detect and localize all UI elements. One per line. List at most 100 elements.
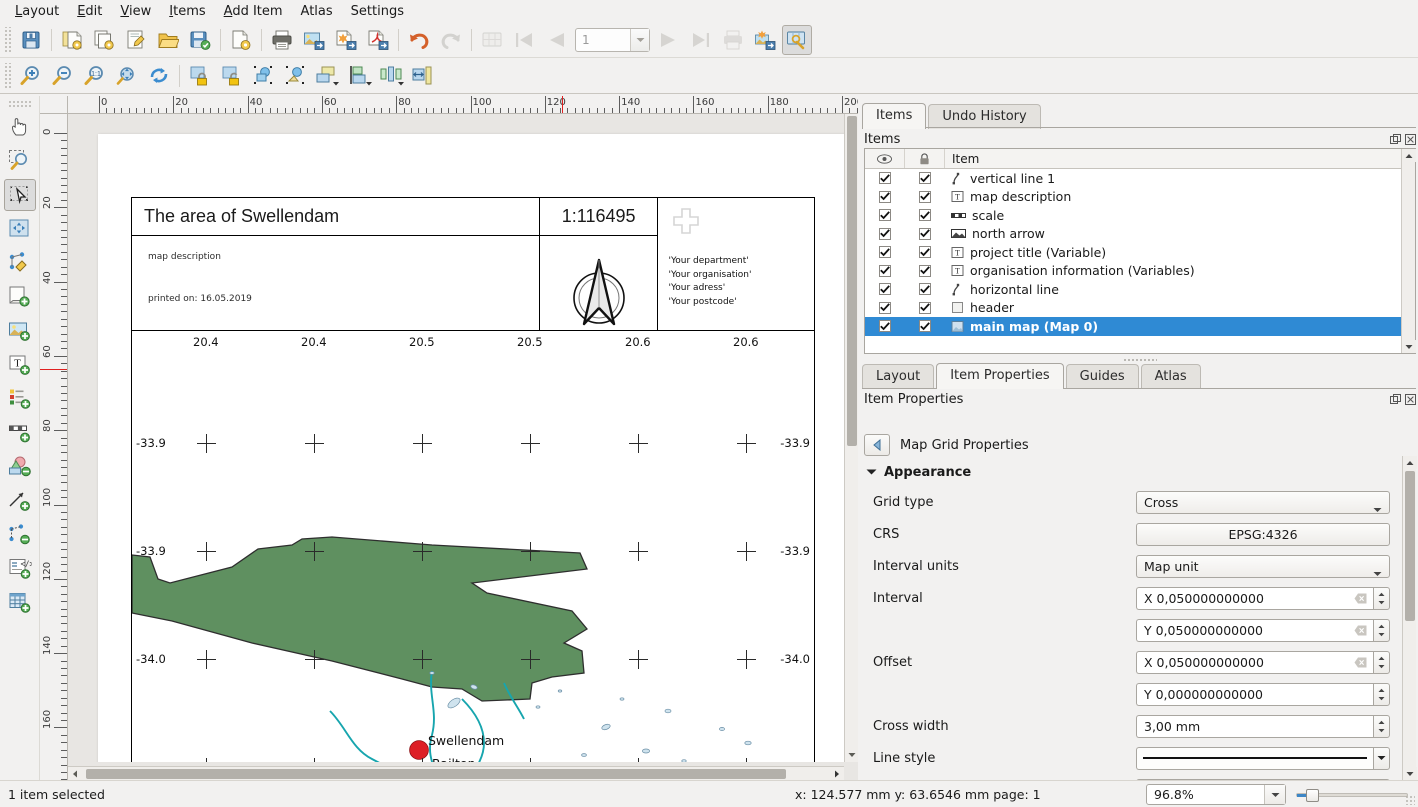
chevron-down-icon[interactable] (1373, 565, 1382, 580)
table-row[interactable]: scale (865, 206, 1415, 225)
move-item-content-icon[interactable] (4, 213, 36, 245)
menu-edit[interactable]: Edit (68, 2, 111, 21)
item-name-cell[interactable]: Tmap description (945, 189, 1415, 204)
table-row[interactable]: Torganisation information (Variables) (865, 262, 1415, 281)
visibility-checkbox[interactable] (865, 302, 905, 314)
project-title-item[interactable]: The area of Swellendam (132, 198, 540, 236)
duplicate-layout-icon[interactable] (89, 25, 119, 55)
export-svg-icon[interactable] (331, 25, 361, 55)
stepper-arrows[interactable] (1373, 715, 1390, 738)
tab-layout[interactable]: Layout (862, 364, 934, 389)
unlock-items-icon[interactable] (217, 61, 247, 91)
export-image-icon[interactable] (299, 25, 329, 55)
stepper-arrows[interactable] (1373, 587, 1390, 610)
line-style-picker[interactable] (1136, 747, 1390, 770)
canvas-vertical-scrollbar[interactable] (844, 114, 858, 762)
tab-items[interactable]: Items (862, 103, 926, 129)
zoom-slider[interactable] (1296, 789, 1408, 800)
lock-checkbox[interactable] (905, 191, 945, 203)
item-name-cell[interactable]: north arrow (945, 226, 1415, 241)
align-items-icon[interactable] (345, 61, 375, 91)
grid-type-combo[interactable]: Cross (1136, 491, 1390, 514)
menu-view[interactable]: View (111, 2, 160, 21)
visibility-checkbox[interactable] (865, 228, 905, 240)
items-tree[interactable]: Item vertical line 1Tmap descriptionscal… (864, 148, 1416, 354)
visibility-checkbox[interactable] (865, 246, 905, 258)
undock-icon[interactable] (1389, 133, 1401, 145)
item-name-cell[interactable]: vertical line 1 (945, 171, 1415, 186)
stepper-arrows[interactable] (1373, 651, 1390, 674)
zoom-full-icon[interactable]: 1:1 (80, 61, 110, 91)
field-4-spinbox-4[interactable]: Y 0,050000000000 (1136, 619, 1390, 642)
zoom-in-icon[interactable] (16, 61, 46, 91)
toolbar-grip-nav[interactable] (3, 63, 12, 89)
menu-add-item[interactable]: Add Item (215, 2, 292, 21)
menu-layout[interactable]: Layout (6, 2, 68, 21)
properties-scrollbar[interactable] (1402, 456, 1416, 780)
table-row[interactable]: north arrow (865, 225, 1415, 244)
redo-icon[interactable] (436, 25, 466, 55)
table-row[interactable]: Tmap description (865, 188, 1415, 207)
select-item-icon[interactable] (4, 179, 36, 211)
distribute-items-icon[interactable] (377, 61, 407, 91)
organisation-information-item[interactable]: 'Your department' 'Your organisation' 'Y… (659, 198, 814, 330)
main-map-item[interactable]: Swellendam Railton 20.420.420.520.520.62… (132, 330, 814, 762)
visibility-checkbox[interactable] (865, 265, 905, 277)
add-shape-icon[interactable] (4, 451, 36, 483)
tab-undo-history[interactable]: Undo History (928, 104, 1040, 129)
zoom-out-icon[interactable] (48, 61, 78, 91)
add-arrow-icon[interactable] (4, 485, 36, 517)
chevron-down-icon[interactable] (630, 29, 649, 51)
layout-sheet-view[interactable]: The area of Swellendam 1:116495 map desc… (68, 114, 844, 762)
map-description-item[interactable]: map description printed on: 16.05.2019 (132, 236, 540, 330)
atlas-next-icon[interactable] (654, 25, 684, 55)
add-node-item-icon[interactable] (4, 519, 36, 551)
toolbar-grip[interactable] (3, 27, 12, 53)
scroll-down-icon-2[interactable] (1403, 767, 1417, 780)
chevron-down-icon-zoom[interactable] (1264, 785, 1285, 804)
resize-items-icon[interactable] (409, 61, 439, 91)
atlas-page-stepper[interactable]: 1 (575, 28, 650, 52)
visibility-checkbox[interactable] (865, 191, 905, 203)
table-row[interactable]: horizontal line (865, 280, 1415, 299)
save-template-icon[interactable] (185, 25, 215, 55)
menu-atlas[interactable]: Atlas (292, 2, 342, 21)
north-arrow-item[interactable] (540, 236, 659, 330)
lock-icon[interactable] (905, 149, 945, 168)
undo-icon[interactable] (404, 25, 434, 55)
visibility-checkbox[interactable] (865, 172, 905, 184)
menu-settings[interactable]: Settings (342, 2, 413, 21)
stepper-arrows[interactable] (1373, 619, 1390, 642)
visibility-checkbox[interactable] (865, 283, 905, 295)
table-row[interactable]: vertical line 1 (865, 169, 1415, 188)
add-map-icon[interactable] (4, 315, 36, 347)
scrollbar-thumb[interactable] (86, 769, 786, 779)
horizontal-ruler[interactable]: 020406080100120140160180200 (68, 96, 858, 114)
interval-units-combo[interactable]: Map unit (1136, 555, 1390, 578)
pan-layout-icon[interactable] (4, 111, 36, 143)
scale-item[interactable]: 1:116495 (540, 198, 659, 236)
lock-checkbox[interactable] (905, 283, 945, 295)
resize-grip[interactable] (1405, 795, 1415, 805)
visibility-checkbox[interactable] (865, 320, 905, 332)
lock-checkbox[interactable] (905, 265, 945, 277)
field-6-spinbox-6[interactable]: Y 0,000000000000 (1136, 683, 1390, 706)
layout-manager-icon[interactable] (121, 25, 151, 55)
open-template-icon[interactable] (153, 25, 183, 55)
offset-spinbox-5[interactable]: X 0,050000000000 (1136, 651, 1390, 674)
scrollbar-thumb[interactable] (1405, 471, 1415, 621)
refresh-icon[interactable] (144, 61, 174, 91)
eye-icon[interactable] (865, 149, 905, 168)
zoom-slider-thumb[interactable] (1306, 789, 1319, 802)
atlas-preview-icon[interactable] (782, 25, 812, 55)
items-tree-scrollbar[interactable] (1401, 149, 1415, 353)
scroll-up-icon[interactable] (1402, 149, 1416, 162)
clear-icon[interactable] (1354, 656, 1367, 671)
lock-checkbox[interactable] (905, 209, 945, 221)
appearance-section-header[interactable]: Appearance (864, 458, 1416, 486)
visibility-checkbox[interactable] (865, 209, 905, 221)
tab-guides[interactable]: Guides (1066, 364, 1139, 389)
lock-checkbox[interactable] (905, 246, 945, 258)
atlas-settings-icon[interactable] (477, 25, 507, 55)
items-tree-rows[interactable]: vertical line 1 Tmap description scalenort… (865, 169, 1415, 336)
